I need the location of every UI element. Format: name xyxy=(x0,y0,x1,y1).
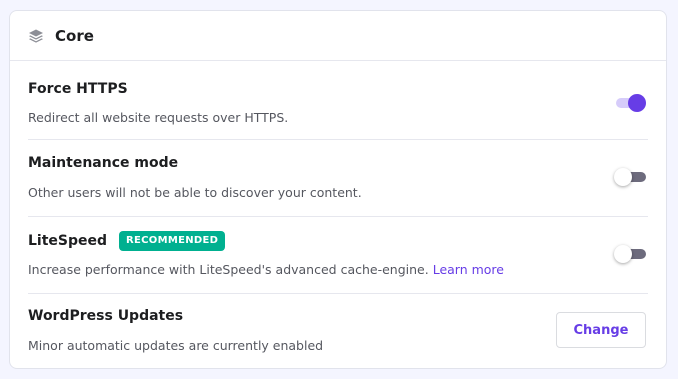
setting-title: Force HTTPS xyxy=(28,81,128,97)
setting-title: WordPress Updates xyxy=(28,308,184,324)
learn-more-link[interactable]: Learn more xyxy=(433,262,504,277)
setting-row-force-https: Force HTTPS Redirect all website request… xyxy=(28,61,648,139)
force-https-toggle[interactable] xyxy=(614,94,646,112)
setting-description: Redirect all website requests over HTTPS… xyxy=(28,110,289,125)
litespeed-toggle[interactable] xyxy=(614,245,646,263)
setting-title: LiteSpeed xyxy=(28,233,108,249)
card-header: Core xyxy=(10,11,666,61)
setting-description-line: Increase performance with LiteSpeed's ad… xyxy=(28,262,504,277)
setting-description: Increase performance with LiteSpeed's ad… xyxy=(28,262,429,277)
setting-row-litespeed: LiteSpeed RECOMMENDED Increase performan… xyxy=(28,216,648,293)
setting-title: Maintenance mode xyxy=(28,155,179,171)
recommended-badge: RECOMMENDED xyxy=(119,231,226,251)
toggle-knob xyxy=(614,168,632,186)
setting-description: Other users will not be able to discover… xyxy=(28,185,362,200)
layers-icon xyxy=(28,28,44,44)
toggle-knob xyxy=(614,245,632,263)
change-button[interactable]: Change xyxy=(556,312,646,348)
maintenance-mode-toggle[interactable] xyxy=(614,168,646,186)
core-settings-card: Core Force HTTPS Redirect all website re… xyxy=(9,10,667,369)
card-title: Core xyxy=(55,26,94,45)
setting-description: Minor automatic updates are currently en… xyxy=(28,338,324,353)
toggle-knob xyxy=(628,94,646,112)
setting-row-wordpress-updates: WordPress Updates Minor automatic update… xyxy=(28,293,648,368)
setting-row-maintenance-mode: Maintenance mode Other users will not be… xyxy=(28,139,648,216)
